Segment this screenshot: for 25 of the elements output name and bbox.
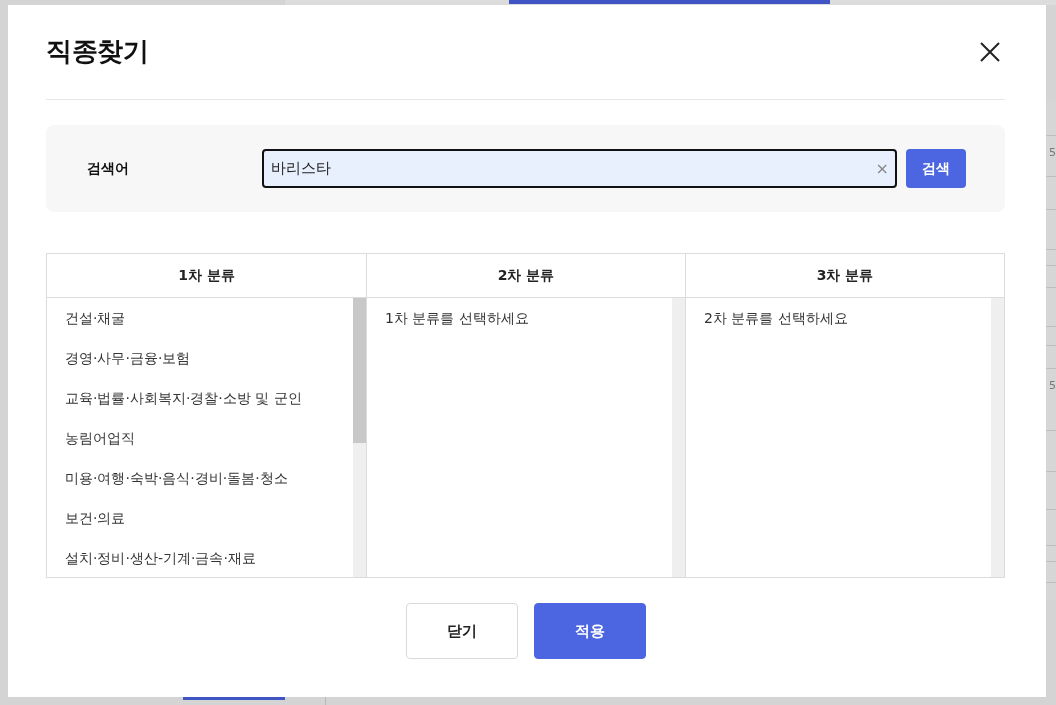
table-cell-text: 5 xyxy=(1049,146,1056,160)
close-button[interactable] xyxy=(980,42,1000,62)
category-item[interactable]: 설치·정비·생산-기계·금속·재료 xyxy=(65,538,353,578)
dialog-title: 직종찾기 xyxy=(46,36,148,68)
scrollbar[interactable] xyxy=(353,298,366,577)
column-header: 3차 분류 xyxy=(816,266,874,285)
table-cell-text: 5 xyxy=(1049,379,1056,393)
category-item[interactable]: 경영·사무·금융·보험 xyxy=(65,338,353,378)
search-label: 검색어 xyxy=(87,159,130,178)
empty-message: 1차 분류를 선택하세요 xyxy=(385,310,529,326)
category-item[interactable]: 미용·여행·숙박·음식·경비·돌봄·청소 xyxy=(65,458,353,498)
column-header: 1차 분류 xyxy=(178,266,235,285)
scrollbar[interactable] xyxy=(991,298,1004,577)
scrollbar-thumb[interactable] xyxy=(353,298,366,443)
empty-message: 2차 분류를 선택하세요 xyxy=(704,310,848,326)
category-item[interactable]: 교육·법률·사회복지·경찰·소방 및 군인 xyxy=(65,378,353,418)
scrollbar[interactable] xyxy=(672,298,685,577)
category-item[interactable]: 보건·의료 xyxy=(65,498,353,538)
column-header: 2차 분류 xyxy=(497,266,555,285)
category-item[interactable]: 농림어업직 xyxy=(65,418,353,458)
close-icon xyxy=(980,42,1000,62)
close-button[interactable]: 닫기 xyxy=(405,603,518,659)
search-button[interactable]: 검색 xyxy=(906,149,966,188)
category-item[interactable]: 건설·채굴 xyxy=(65,298,353,338)
apply-button[interactable]: 적용 xyxy=(533,603,646,659)
